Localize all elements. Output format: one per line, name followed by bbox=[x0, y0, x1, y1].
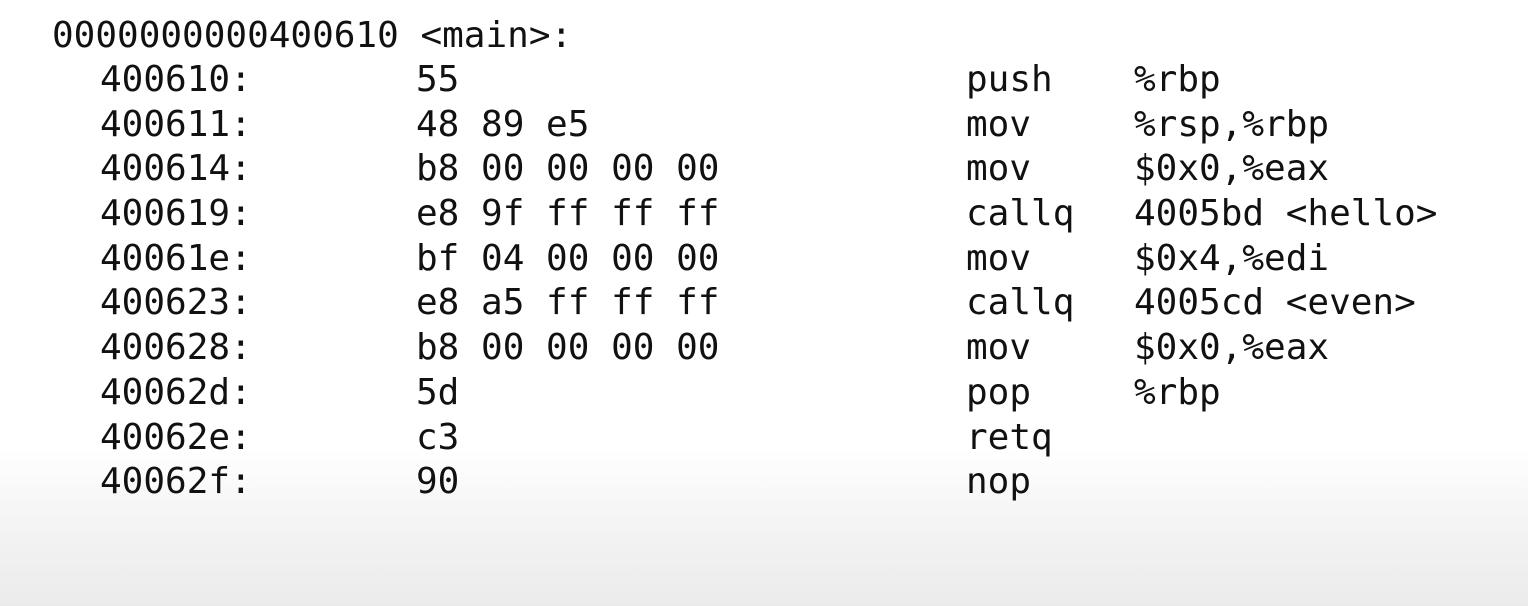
instruction-operands: %rbp bbox=[1134, 59, 1221, 100]
instruction-mnemonic: mov bbox=[966, 148, 1032, 190]
instruction-bytes: c3 bbox=[416, 416, 460, 458]
instruction-mnemonic: retq bbox=[966, 416, 1053, 458]
instruction-row: 400628: b8 00 00 00 00 mov $0x0,%eax bbox=[0, 326, 1528, 371]
instruction-bytes: e8 a5 ff ff ff bbox=[416, 282, 720, 324]
instruction-operands: $0x0,%eax bbox=[1134, 148, 1330, 190]
instruction-operands: $0x0,%eax bbox=[1134, 327, 1330, 369]
instruction-row: 400611: 48 89 e5 mov %rsp,%rbp bbox=[0, 103, 1528, 148]
instruction-mnemonic: callq bbox=[966, 282, 1075, 324]
instruction-mnemonic: callq bbox=[966, 193, 1075, 235]
instruction-address: 40062f: bbox=[100, 461, 252, 503]
instruction-row: 400610: 55 push %rbp bbox=[0, 58, 1528, 103]
instruction-mnemonic: mov bbox=[966, 237, 1032, 279]
disassembly-view: 0000000000400610 <main>: 400610: 55 push… bbox=[0, 0, 1528, 606]
instruction-address: 400614: bbox=[100, 148, 252, 190]
instruction-mnemonic: push bbox=[966, 59, 1053, 100]
instruction-row: 40062e: c3 retq bbox=[0, 416, 1528, 461]
function-header: 0000000000400610 <main>: bbox=[52, 15, 573, 56]
instruction-bytes: b8 00 00 00 00 bbox=[416, 148, 720, 190]
instruction-address: 400619: bbox=[100, 193, 252, 235]
instruction-list: 400610: 55 push %rbp 400611: 48 89 e5 mo… bbox=[0, 58, 1528, 505]
instruction-bytes: 55 bbox=[416, 59, 460, 100]
instruction-bytes: e8 9f ff ff ff bbox=[416, 193, 720, 235]
instruction-row: 40061e: bf 04 00 00 00 mov $0x4,%edi bbox=[0, 237, 1528, 282]
instruction-address: 40061e: bbox=[100, 237, 252, 279]
instruction-bytes: 48 89 e5 bbox=[416, 103, 590, 145]
instruction-mnemonic: mov bbox=[966, 103, 1032, 145]
instruction-row: 400614: b8 00 00 00 00 mov $0x0,%eax bbox=[0, 147, 1528, 192]
instruction-bytes: 5d bbox=[416, 371, 460, 413]
instruction-mnemonic: mov bbox=[966, 327, 1032, 369]
instruction-row: 400619: e8 9f ff ff ff callq 4005bd <hel… bbox=[0, 192, 1528, 237]
instruction-mnemonic: pop bbox=[966, 371, 1032, 413]
instruction-operands: 4005cd <even> bbox=[1134, 282, 1416, 324]
instruction-bytes: 90 bbox=[416, 461, 460, 503]
instruction-bytes: bf 04 00 00 00 bbox=[416, 237, 720, 279]
instruction-operands: %rbp bbox=[1134, 371, 1221, 413]
instruction-operands: %rsp,%rbp bbox=[1134, 103, 1330, 145]
instruction-mnemonic: nop bbox=[966, 461, 1032, 503]
instruction-address: 40062d: bbox=[100, 371, 252, 413]
instruction-address: 400611: bbox=[100, 103, 252, 145]
instruction-address: 40062e: bbox=[100, 416, 252, 458]
instruction-address: 400628: bbox=[100, 327, 252, 369]
instruction-bytes: b8 00 00 00 00 bbox=[416, 327, 720, 369]
instruction-address: 400623: bbox=[100, 282, 252, 324]
instruction-operands: 4005bd <hello> bbox=[1134, 193, 1438, 235]
instruction-operands: $0x4,%edi bbox=[1134, 237, 1330, 279]
instruction-row: 40062d: 5d pop %rbp bbox=[0, 371, 1528, 416]
instruction-address: 400610: bbox=[100, 59, 252, 100]
instruction-row: 400623: e8 a5 ff ff ff callq 4005cd <eve… bbox=[0, 281, 1528, 326]
instruction-row: 40062f: 90 nop bbox=[0, 460, 1528, 505]
